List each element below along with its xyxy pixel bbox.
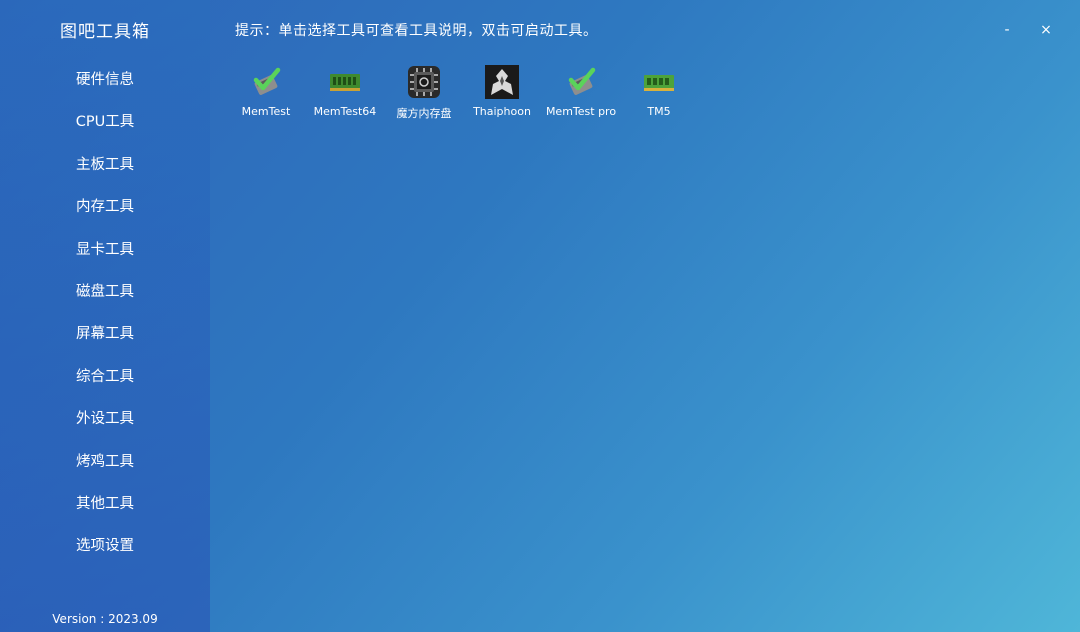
tool-tm5[interactable]: TM5 (620, 64, 698, 118)
sidebar-item-disk-tools[interactable]: 磁盘工具 (0, 271, 210, 313)
sidebar-item-peripheral-tools[interactable]: 外设工具 (0, 398, 210, 440)
sidebar-item-cpu-tools[interactable]: CPU工具 (0, 101, 210, 143)
ramdisk-chip-icon (408, 66, 440, 98)
memtest-icon (253, 67, 281, 95)
tool-label: 魔方内存盘 (396, 107, 452, 120)
tool-ramdisk[interactable]: 魔方内存盘 (385, 64, 463, 121)
tool-memtest64[interactable]: MemTest64 (306, 64, 384, 118)
tool-thaiphoon[interactable]: Thaiphoon (463, 64, 541, 118)
tool-label: TM5 (647, 105, 671, 118)
tool-label: MemTest pro (545, 105, 617, 118)
sidebar: 图吧工具箱 硬件信息 CPU工具 主板工具 内存工具 显卡工具 磁盘工具 屏幕工… (0, 0, 210, 632)
tool-label: MemTest64 (313, 105, 377, 118)
minimize-button[interactable]: - (996, 19, 1018, 41)
tool-memtest[interactable]: MemTest (227, 64, 305, 118)
tool-memtest-pro[interactable]: MemTest pro (542, 64, 620, 118)
version-label: Version : 2023.09 (52, 612, 158, 626)
sidebar-item-hardware-info[interactable]: 硬件信息 (0, 59, 210, 101)
ram-module-icon (330, 74, 360, 91)
close-button[interactable]: × (1035, 19, 1057, 41)
tool-label: MemTest (241, 105, 291, 118)
app-title: 图吧工具箱 (60, 22, 150, 42)
sidebar-menu: 硬件信息 CPU工具 主板工具 内存工具 显卡工具 磁盘工具 屏幕工具 综合工具… (0, 59, 210, 568)
tm5-ram-icon (644, 75, 674, 91)
sidebar-item-stress-tools[interactable]: 烤鸡工具 (0, 441, 210, 483)
sidebar-item-motherboard-tools[interactable]: 主板工具 (0, 144, 210, 186)
sidebar-item-memory-tools[interactable]: 内存工具 (0, 186, 210, 228)
tool-label: Thaiphoon (473, 105, 531, 118)
sidebar-item-screen-tools[interactable]: 屏幕工具 (0, 313, 210, 355)
sidebar-item-general-tools[interactable]: 综合工具 (0, 356, 210, 398)
memtest-pro-icon (568, 67, 596, 95)
sidebar-item-other-tools[interactable]: 其他工具 (0, 483, 210, 525)
sidebar-item-gpu-tools[interactable]: 显卡工具 (0, 229, 210, 271)
sidebar-item-settings[interactable]: 选项设置 (0, 525, 210, 567)
thaiphoon-icon (485, 65, 519, 99)
hint-text: 提示：单击选择工具可查看工具说明，双击可启动工具。 (235, 23, 598, 39)
